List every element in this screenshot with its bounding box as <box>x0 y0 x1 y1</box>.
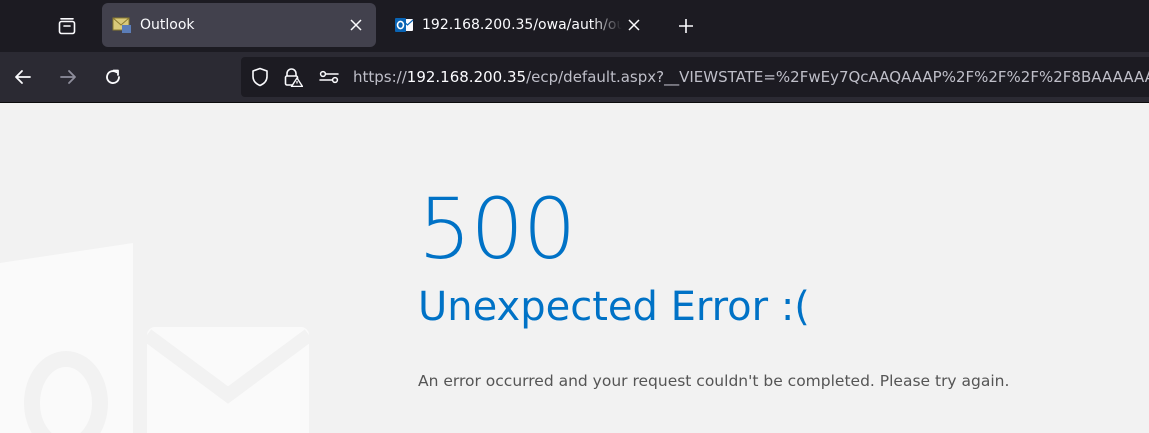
reload-button[interactable] <box>97 61 129 93</box>
url-path: /ecp/default.aspx?__VIEWSTATE=%2FwEy7QcA… <box>526 68 1149 86</box>
firefox-view-icon <box>58 17 76 35</box>
tab-title: Outlook <box>140 17 195 33</box>
forward-arrow-icon <box>60 70 76 84</box>
new-tab-button[interactable] <box>670 11 702 41</box>
envelope-favicon-icon <box>112 15 132 35</box>
forward-button[interactable] <box>52 61 84 93</box>
error-message: An error occurred and your request could… <box>418 372 1010 390</box>
tab-title: 192.168.200.35/owa/auth/out.txt <box>422 17 622 33</box>
outlook-logo-watermark-icon <box>0 243 314 433</box>
url-scheme: https:// <box>353 68 407 86</box>
url-text[interactable]: https://192.168.200.35/ecp/default.aspx?… <box>353 68 1149 86</box>
page-content: 500 Unexpected Error :( An error occurre… <box>0 103 1149 433</box>
back-button[interactable] <box>7 61 39 93</box>
navigation-toolbar: https://192.168.200.35/ecp/default.aspx?… <box>0 52 1149 103</box>
shield-icon[interactable] <box>249 66 271 88</box>
plus-icon <box>679 19 693 33</box>
close-tab-icon[interactable] <box>622 13 646 37</box>
back-arrow-icon <box>15 70 31 84</box>
tab-strip: Outlook 192.168.200.35/owa/auth/out.txt <box>0 0 1149 52</box>
insecure-lock-icon[interactable] <box>282 66 304 88</box>
reload-icon <box>106 69 120 84</box>
url-host: 192.168.200.35 <box>406 68 527 86</box>
address-bar[interactable]: https://192.168.200.35/ecp/default.aspx?… <box>241 57 1149 97</box>
tab-outlook[interactable]: Outlook <box>102 3 376 47</box>
outlook-favicon-icon <box>394 15 414 35</box>
error-title: Unexpected Error :( <box>418 284 810 330</box>
tab-out-txt[interactable]: 192.168.200.35/owa/auth/out.txt <box>384 3 654 47</box>
permissions-icon[interactable] <box>318 66 340 88</box>
firefox-view-button[interactable] <box>50 11 84 41</box>
error-code: 500 <box>418 180 576 278</box>
close-tab-icon[interactable] <box>344 13 368 37</box>
